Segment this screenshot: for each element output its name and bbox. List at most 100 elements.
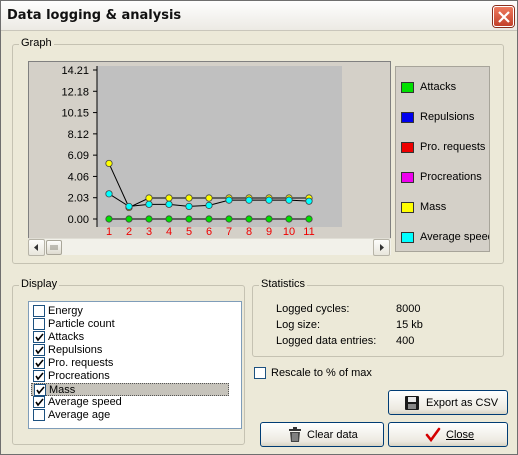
checklist-item-repulsions[interactable]: Repulsions	[31, 344, 229, 357]
checkmark-icon	[36, 386, 45, 395]
checklist-item-procreations[interactable]: Procreations	[31, 370, 229, 383]
y-tick-label: 10.15	[61, 108, 89, 120]
chart-horizontal-scrollbar[interactable]	[28, 238, 391, 256]
stat-label-log-size: Log size:	[276, 319, 321, 331]
stat-value-logged-entries: 400	[396, 335, 415, 347]
checklist-item-pro-requests[interactable]: Pro. requests	[31, 357, 229, 370]
clear-data-label: Clear data	[307, 429, 358, 441]
scroll-right-button[interactable]	[373, 239, 390, 256]
stat-label-logged-entries: Logged data entries:	[276, 335, 377, 347]
checkmark-icon	[35, 346, 44, 355]
legend-swatch	[401, 82, 414, 93]
data-point-mass	[185, 194, 193, 202]
title-bar[interactable]: Data logging & analysis	[1, 1, 517, 31]
stat-label-logged-cycles: Logged cycles:	[276, 303, 350, 315]
data-point-attacks	[125, 215, 133, 223]
rescale-checkbox[interactable]	[254, 367, 266, 379]
checkbox[interactable]	[33, 344, 45, 356]
y-tick-label: 12.18	[61, 86, 89, 98]
data-point-average-speed	[145, 200, 153, 208]
export-csv-button[interactable]: Export as CSV	[388, 390, 508, 415]
x-tick-label: 1	[106, 226, 112, 238]
stat-value-logged-cycles: 8000	[396, 303, 421, 315]
rescale-label: Rescale to % of max	[271, 367, 372, 379]
checkbox[interactable]	[33, 409, 45, 421]
checklist-item-average-age[interactable]: Average age	[31, 409, 229, 422]
data-point-average-speed	[225, 196, 233, 204]
y-tick-label: 2.03	[68, 193, 89, 205]
line-chart: 0.00 2.03 4.06 6.09 8.12 10.15 12.18 14.21 1 2 3 4 5…	[61, 65, 342, 238]
scroll-left-button[interactable]	[28, 239, 45, 256]
legend-label: Pro. requests	[420, 141, 486, 153]
data-point-attacks	[145, 215, 153, 223]
x-tick-label: 9	[266, 226, 272, 238]
y-tick-label: 0.00	[68, 214, 89, 226]
chart-legend: Attacks Repulsions Pro. requests Procrea…	[395, 66, 490, 252]
checklist-label: Energy	[48, 305, 83, 317]
checklist-label: Particle count	[48, 318, 115, 330]
legend-swatch	[401, 202, 414, 213]
data-point-mass	[145, 194, 153, 202]
legend-label: Attacks	[420, 81, 457, 93]
data-point-average-speed	[105, 190, 113, 198]
grip-icon	[50, 245, 58, 250]
checkbox[interactable]	[33, 305, 45, 317]
data-point-average-speed	[165, 200, 173, 208]
display-checklist[interactable]: Energy Particle count Attacks Repulsions…	[28, 301, 242, 429]
checklist-label: Average age	[48, 409, 111, 421]
window-title: Data logging & analysis	[7, 8, 182, 23]
legend-swatch	[401, 112, 414, 123]
graph-group-label: Graph	[19, 37, 54, 49]
scroll-thumb[interactable]	[46, 240, 62, 255]
checkmark-icon	[35, 398, 44, 407]
checklist-label: Repulsions	[48, 344, 103, 356]
y-tick-label: 14.21	[61, 65, 89, 77]
legend-swatch	[401, 232, 414, 243]
checkbox[interactable]	[34, 384, 46, 396]
floppy-disk-icon	[405, 396, 419, 410]
checklist-item-particle-count[interactable]: Particle count	[31, 318, 229, 331]
legend-label: Procreations	[420, 171, 482, 183]
checkbox[interactable]	[33, 318, 45, 330]
checkmark-icon	[35, 333, 44, 342]
stat-value-log-size: 15 kb	[396, 319, 423, 331]
data-point-average-speed	[265, 196, 273, 204]
x-tick-label: 5	[186, 226, 192, 238]
y-tick-label: 4.06	[68, 171, 89, 183]
checkbox[interactable]	[33, 357, 45, 369]
chart-area: 0.00 2.03 4.06 6.09 8.12 10.15 12.18 14.21 1 2 3 4 5…	[28, 61, 391, 254]
data-point-average-speed	[125, 202, 133, 211]
arrow-right-icon	[380, 244, 384, 251]
data-point-attacks	[305, 215, 313, 223]
close-window-button[interactable]	[493, 6, 514, 27]
checkbox[interactable]	[33, 396, 45, 408]
legend-swatch	[401, 172, 414, 183]
checkmark-icon	[425, 427, 441, 443]
data-point-attacks	[285, 215, 293, 223]
checklist-item-mass[interactable]: Mass	[31, 383, 229, 396]
data-point-attacks	[225, 215, 233, 223]
x-tick-label: 4	[166, 226, 172, 238]
data-point-mass	[105, 159, 113, 168]
data-point-average-speed	[245, 196, 253, 204]
x-tick-label: 10	[283, 226, 295, 238]
arrow-left-icon	[34, 244, 38, 251]
legend-label: Mass	[420, 201, 447, 213]
checkmark-icon	[35, 372, 44, 381]
close-button[interactable]: Close	[388, 422, 508, 447]
display-group-label: Display	[19, 278, 60, 290]
checklist-label: Attacks	[48, 331, 85, 343]
checklist-item-average-speed[interactable]: Average speed	[31, 396, 229, 409]
x-tick-label: 2	[126, 226, 132, 238]
x-tick-label: 8	[246, 226, 252, 238]
checkbox[interactable]	[33, 370, 45, 382]
clear-data-button[interactable]: Clear data	[260, 422, 384, 447]
data-point-mass	[205, 194, 213, 202]
checklist-item-energy[interactable]: Energy	[31, 305, 229, 318]
checkbox[interactable]	[33, 331, 45, 343]
data-point-attacks	[205, 215, 213, 223]
statistics-group-label: Statistics	[259, 278, 308, 290]
checklist-item-attacks[interactable]: Attacks	[31, 331, 229, 344]
y-tick-label: 6.09	[68, 150, 89, 162]
data-point-average-speed	[305, 197, 313, 205]
